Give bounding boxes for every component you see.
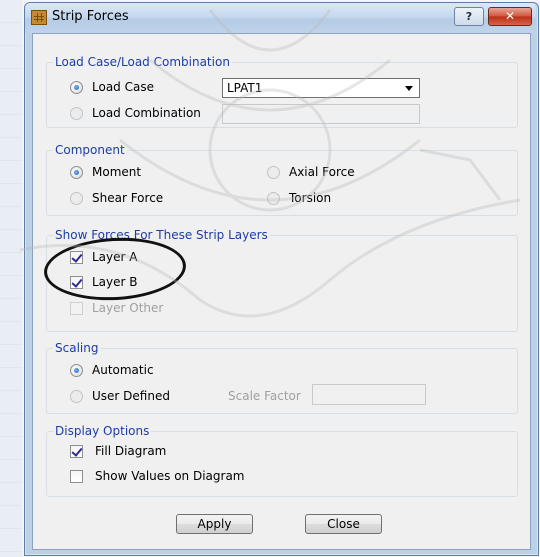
app-grid-icon xyxy=(31,10,47,25)
help-button[interactable]: ? xyxy=(454,7,484,26)
display-options-group-legend: Display Options xyxy=(53,424,152,438)
fill-diagram-label[interactable]: Fill Diagram xyxy=(95,444,166,458)
scaling-group-legend: Scaling xyxy=(53,341,101,355)
moment-radio[interactable] xyxy=(70,166,83,179)
moment-label[interactable]: Moment xyxy=(92,165,141,179)
load-combination-field xyxy=(222,104,420,124)
component-group xyxy=(46,150,518,216)
fill-diagram-checkbox[interactable] xyxy=(70,445,83,458)
scale-factor-input[interactable] xyxy=(312,384,426,405)
show-values-checkbox[interactable] xyxy=(70,470,83,483)
axial-force-label[interactable]: Axial Force xyxy=(289,165,355,179)
apply-button[interactable]: Apply xyxy=(176,514,253,534)
user-defined-radio[interactable] xyxy=(70,390,83,403)
shear-force-label[interactable]: Shear Force xyxy=(92,191,163,205)
load-combination-radio[interactable] xyxy=(70,107,83,120)
strip-layers-group-legend: Show Forces For These Strip Layers xyxy=(53,228,270,242)
load-case-label[interactable]: Load Case xyxy=(92,80,154,94)
automatic-label[interactable]: Automatic xyxy=(92,363,154,377)
close-window-button[interactable]: ✕ xyxy=(488,7,532,26)
close-icon: ✕ xyxy=(504,9,516,23)
dialog-title: Strip Forces xyxy=(52,9,129,24)
close-button[interactable]: Close xyxy=(305,514,382,534)
load-case-group-legend: Load Case/Load Combination xyxy=(53,55,232,69)
layer-other-checkbox[interactable] xyxy=(70,302,83,315)
torsion-label[interactable]: Torsion xyxy=(289,191,331,205)
load-case-value: LPAT1 xyxy=(227,81,263,95)
background-window-edge xyxy=(0,0,22,557)
axial-force-radio[interactable] xyxy=(267,166,280,179)
shear-force-radio[interactable] xyxy=(70,192,83,205)
torsion-radio[interactable] xyxy=(267,192,280,205)
scale-factor-label: Scale Factor xyxy=(228,389,301,403)
load-case-radio[interactable] xyxy=(70,81,83,94)
load-case-select[interactable]: LPAT1 xyxy=(222,78,420,98)
display-options-group xyxy=(46,431,518,497)
automatic-radio[interactable] xyxy=(70,364,83,377)
load-combination-label[interactable]: Load Combination xyxy=(92,106,201,120)
chevron-down-icon xyxy=(405,86,413,91)
user-defined-label[interactable]: User Defined xyxy=(92,389,170,403)
scaling-group xyxy=(46,348,518,414)
layer-other-label: Layer Other xyxy=(92,301,164,315)
show-values-label[interactable]: Show Values on Diagram xyxy=(95,469,245,483)
component-group-legend: Component xyxy=(53,143,127,157)
